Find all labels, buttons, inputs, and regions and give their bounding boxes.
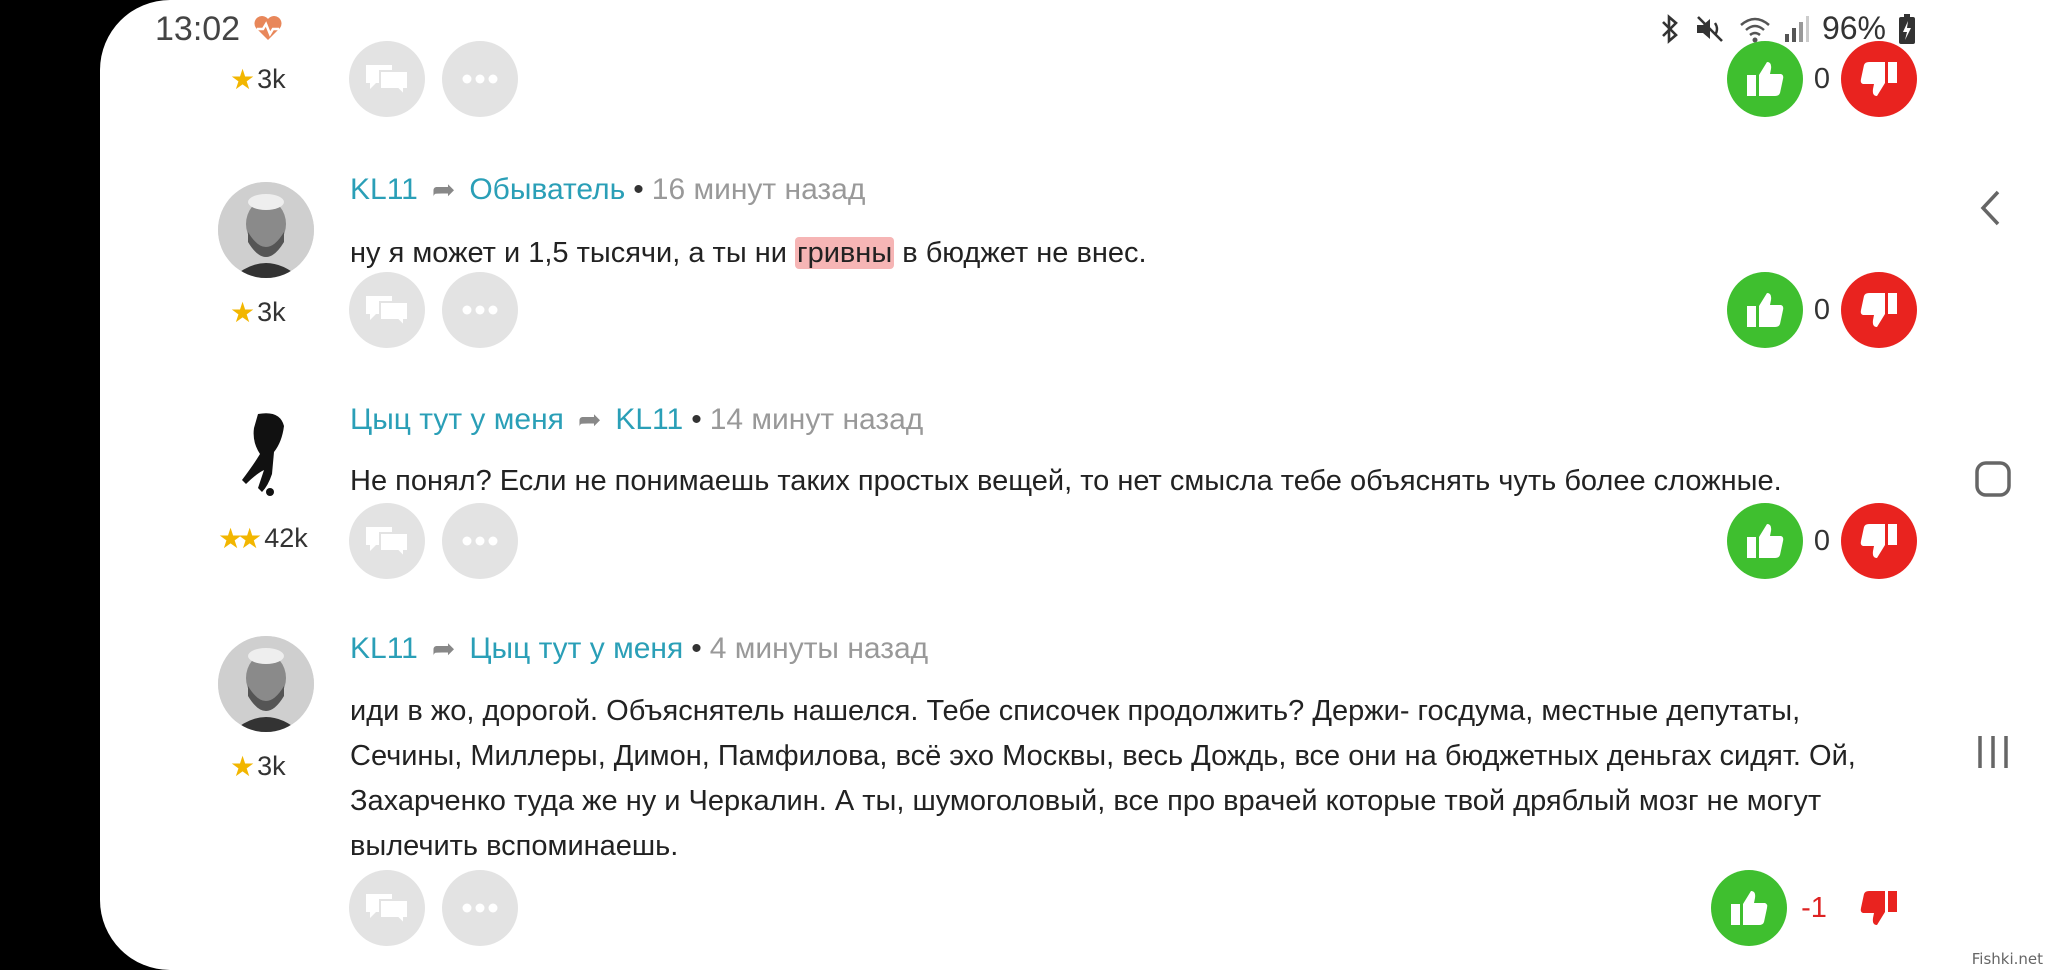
thumbs-down-icon [1860, 62, 1897, 96]
speech-bubbles-icon [366, 65, 409, 98]
reply-button[interactable] [349, 503, 425, 579]
comment-header: KL11 ➦ Цыц тут у меня • 4 минуты назад [350, 632, 929, 665]
comment-top-partial: ★ 3k 0 [100, 0, 1936, 117]
comment-time: 4 минуты назад [709, 632, 929, 665]
vote-controls: 0 [1727, 272, 1917, 348]
home-icon[interactable] [1974, 460, 2012, 498]
recent-apps-icon[interactable] [1974, 733, 2012, 771]
user-rating: ★ 3k [230, 64, 286, 95]
user-photo [218, 636, 314, 732]
highlighted-word: гривны [795, 237, 895, 269]
downvote-button[interactable] [1841, 272, 1917, 348]
vote-controls: 0 [1727, 503, 1917, 579]
stars-icon: ★★ [218, 523, 262, 554]
thumbs-down-icon [1860, 524, 1897, 558]
comment-header: KL11 ➦ Обыватель • 16 минут назад [350, 173, 866, 206]
more-button[interactable] [442, 272, 518, 348]
avatar[interactable] [218, 636, 314, 732]
thumbs-up-icon [1747, 524, 1784, 558]
user-rating: ★ 3k [230, 751, 286, 782]
navigation-bar: Fishki.net [1936, 0, 2047, 970]
reply-arrow-icon: ➦ [577, 404, 602, 435]
comment-header: Цыц тут у меня ➦ KL11 • 14 минут назад [350, 403, 924, 436]
comment: ★★ 42k Цыц тут у меня ➦ KL11 • 14 минут наза… [100, 400, 1936, 600]
downvote-button[interactable] [1841, 870, 1917, 946]
thumbs-up-icon [1731, 891, 1768, 925]
more-dots-icon [462, 903, 498, 913]
thumbs-up-icon [1747, 293, 1784, 327]
comment: ★ 3k KL11 ➦ Цыц тут у меня • 4 минуты назад … [100, 630, 1936, 970]
watermark: Fishki.net [1971, 950, 2043, 968]
author-link[interactable]: Цыц тут у меня [350, 403, 564, 436]
speech-bubbles-icon [366, 527, 409, 560]
more-dots-icon [462, 536, 498, 546]
reply-arrow-icon: ➦ [431, 633, 456, 664]
user-photo [218, 404, 314, 500]
comment-text: иди в жо, дорогой. Объяснятель нашелся. … [350, 695, 1856, 862]
thumbs-up-icon [1747, 62, 1784, 96]
author-link[interactable]: KL11 [350, 632, 418, 665]
avatar[interactable] [218, 404, 314, 500]
vote-score: 0 [1813, 524, 1831, 557]
more-dots-icon [462, 74, 498, 84]
upvote-button[interactable] [1727, 41, 1803, 117]
app-screen: 13:02 96% ★ 3k 0 ★ 3k KL11 ➦ Обыватель •… [100, 0, 1936, 970]
vote-score: 0 [1813, 293, 1831, 326]
vote-controls: -1 [1711, 870, 1917, 946]
reply-button[interactable] [349, 870, 425, 946]
upvote-button[interactable] [1727, 503, 1803, 579]
thumbs-down-icon [1860, 891, 1897, 925]
vote-score: 0 [1813, 62, 1831, 95]
comment: ★ 3k KL11 ➦ Обыватель • 16 минут назад ну я … [100, 170, 1936, 370]
back-icon[interactable] [1978, 188, 2004, 228]
more-button[interactable] [442, 503, 518, 579]
upvote-button[interactable] [1727, 272, 1803, 348]
reply-button[interactable] [349, 41, 425, 117]
user-photo [218, 182, 314, 278]
more-dots-icon [462, 305, 498, 315]
reply-to-link[interactable]: KL11 [615, 403, 683, 436]
reply-to-link[interactable]: Обыватель [469, 173, 625, 206]
star-icon: ★ [230, 64, 255, 95]
reply-button[interactable] [349, 272, 425, 348]
comment-time: 16 минут назад [651, 173, 866, 206]
comment-text: Не понял? Если не понимаешь таких просты… [350, 465, 1782, 497]
speech-bubbles-icon [366, 296, 409, 329]
reply-arrow-icon: ➦ [431, 174, 456, 205]
vote-score: -1 [1801, 891, 1827, 924]
star-icon: ★ [230, 751, 255, 782]
more-button[interactable] [442, 41, 518, 117]
author-link[interactable]: KL11 [350, 173, 418, 206]
speech-bubbles-icon [366, 894, 409, 927]
avatar[interactable] [218, 182, 314, 278]
user-rating: ★ 3k [230, 297, 286, 328]
vote-controls: 0 [1727, 41, 1917, 117]
downvote-button[interactable] [1841, 503, 1917, 579]
downvote-button[interactable] [1841, 41, 1917, 117]
thumbs-down-icon [1860, 293, 1897, 327]
more-button[interactable] [442, 870, 518, 946]
comment-time: 14 минут назад [709, 403, 924, 436]
reply-to-link[interactable]: Цыц тут у меня [469, 632, 683, 665]
user-rating: ★★ 42k [218, 523, 308, 554]
upvote-button[interactable] [1711, 870, 1787, 946]
comment-text: ну я может и 1,5 тысячи, а ты ни гривны … [350, 237, 1147, 269]
star-icon: ★ [230, 297, 255, 328]
